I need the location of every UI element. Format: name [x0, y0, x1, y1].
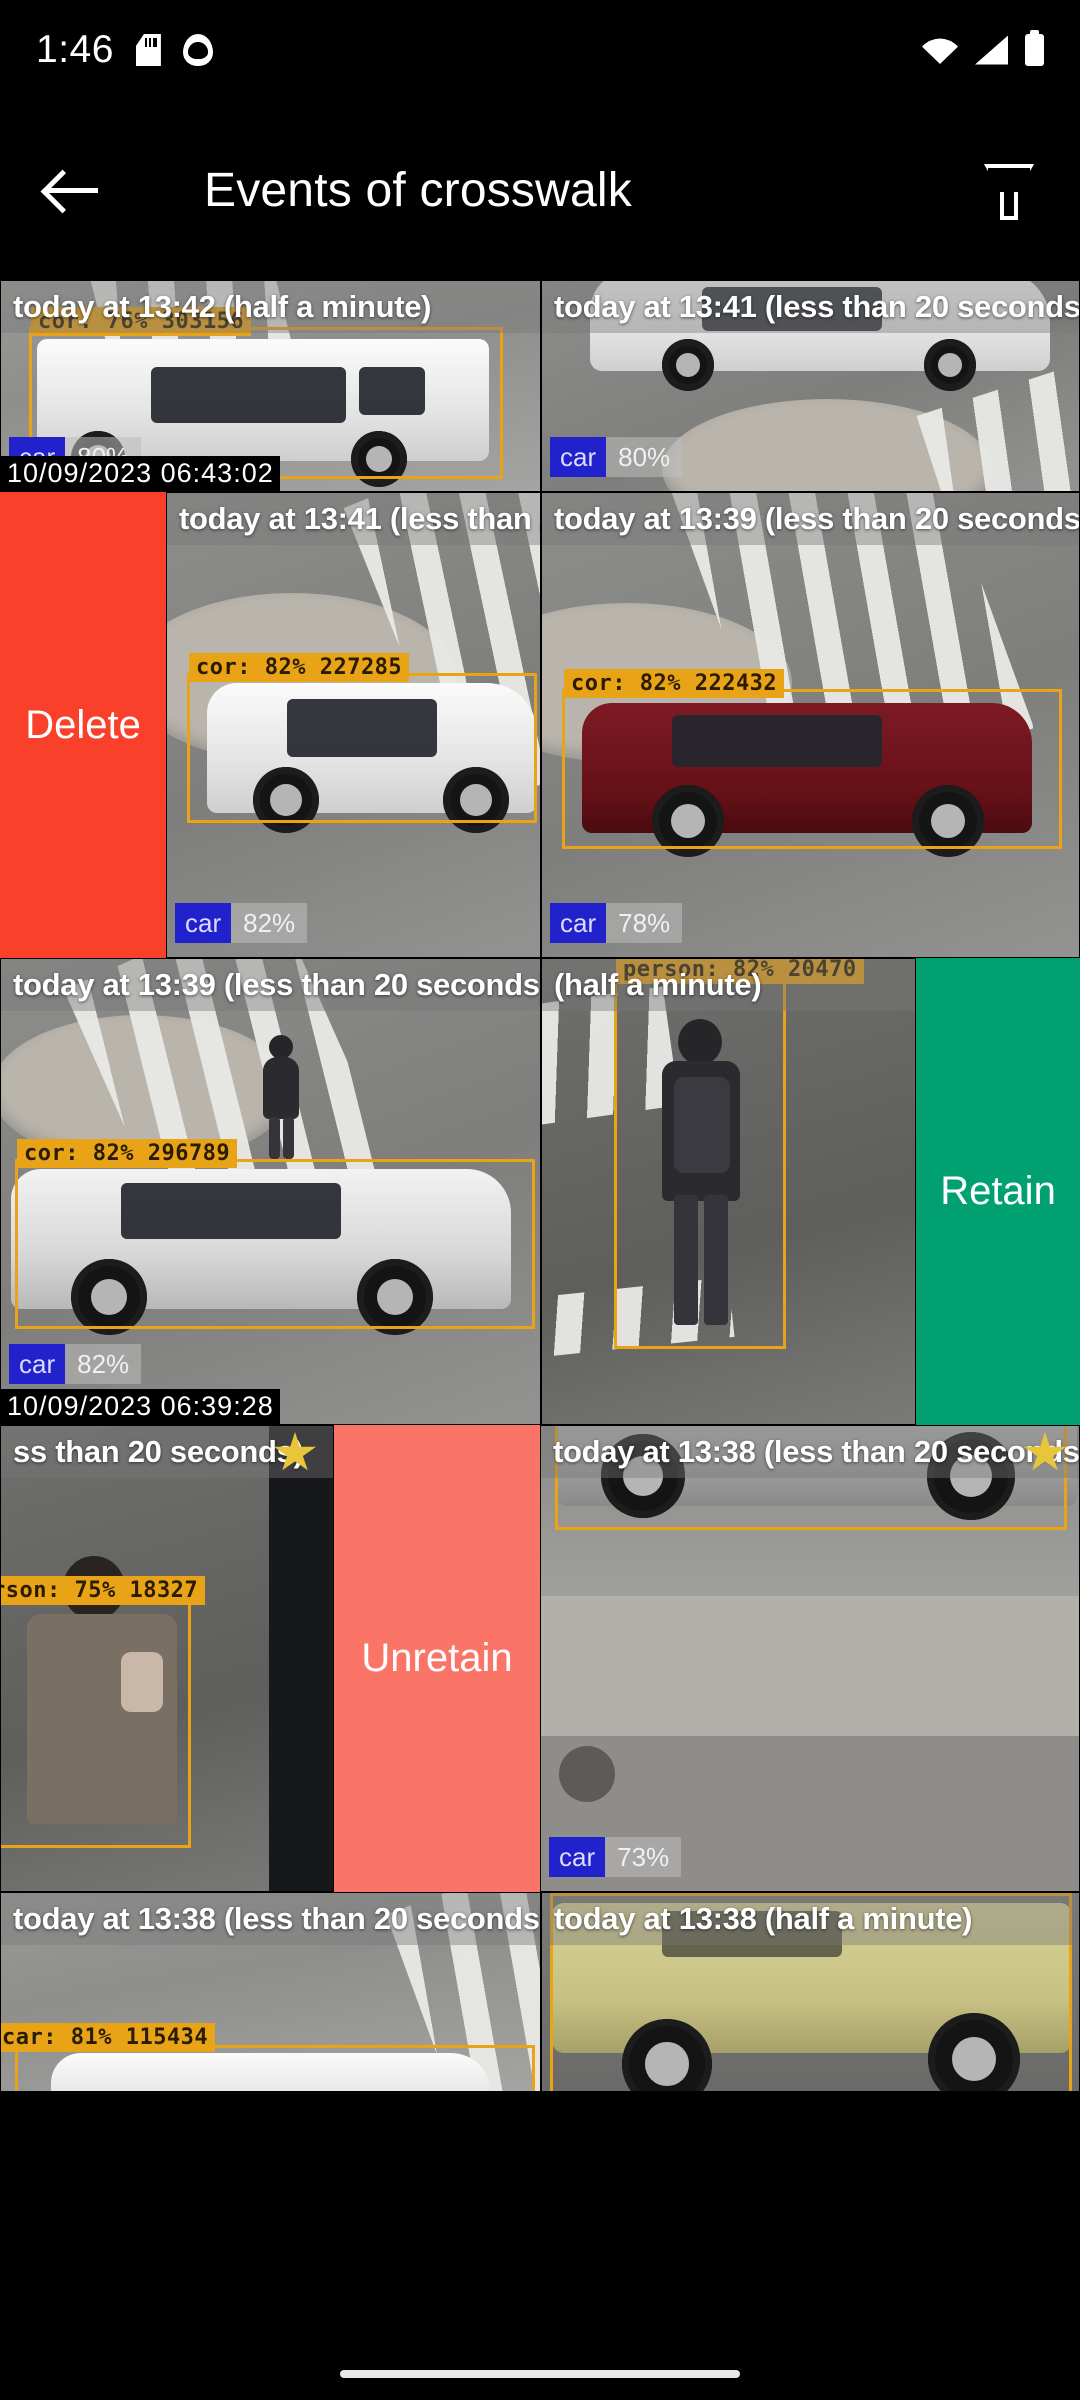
filter-icon	[984, 164, 1026, 220]
event-caption: today at 13:41 (less than 20 seco	[167, 493, 540, 545]
event-caption: today at 13:39 (less than 20 seconds)	[1, 959, 540, 1011]
detection-label: cor: 82% 227285	[189, 653, 410, 682]
detection-box	[562, 689, 1062, 849]
status-bar-right	[922, 30, 1044, 66]
detection-label: car: 81% 115434	[1, 2023, 216, 2052]
detection-label: cor: 82% 296789	[17, 1139, 238, 1168]
delete-action-button[interactable]: Delete	[0, 492, 166, 958]
class-badge-class: car	[9, 1344, 66, 1384]
class-badge-score: 82%	[65, 1344, 142, 1384]
class-badge-class: car	[549, 1837, 606, 1877]
class-badge: car 82%	[9, 1344, 142, 1384]
signal-icon	[975, 35, 1008, 65]
detection-box	[15, 1159, 535, 1329]
sd-card-icon	[136, 34, 161, 66]
class-badge-class: car	[550, 437, 607, 477]
event-tile[interactable]: person: 82% 20470 (half a minute)	[541, 958, 916, 1425]
event-caption: today at 13:38 (half a minute)	[542, 1893, 1079, 1945]
wifi-icon	[922, 38, 958, 64]
detection-box	[187, 673, 537, 823]
class-badge-score: 80%	[606, 437, 683, 477]
status-bar-left: 1:46	[36, 28, 213, 72]
battery-icon	[1025, 30, 1044, 66]
event-caption: today at 13:38 (less than 20 seconds)	[1, 1893, 540, 1945]
unretain-action-button[interactable]: Unretain	[334, 1425, 540, 1892]
event-row-2: Delete cor: 82% 227285 today at 13:41 (l…	[0, 492, 1080, 958]
event-tile[interactable]: cor: 82% 222432 today at 13:39 (less tha…	[541, 492, 1080, 958]
event-tile[interactable]: today at 13:38 (half a minute)	[541, 1892, 1080, 2092]
bug-icon	[182, 34, 213, 66]
class-badge: car 78%	[550, 903, 683, 943]
event-row-5: car: 81% 115434 today at 13:38 (less tha…	[0, 1892, 1080, 2092]
event-tile[interactable]: cor: 76% 303156 today at 13:42 (half a m…	[0, 280, 541, 492]
event-row-1: cor: 76% 303156 today at 13:42 (half a m…	[0, 280, 1080, 492]
camera-timestamp: 10/09/2023 06:39:28	[1, 1389, 280, 1424]
home-indicator[interactable]	[340, 2370, 740, 2378]
event-row-4: rson: 75% 18327 ss than 20 seconds) Unre…	[0, 1425, 1080, 1892]
status-clock: 1:46	[36, 28, 114, 71]
class-badge-score: 73%	[605, 1837, 682, 1877]
event-caption: today at 13:41 (less than 20 seconds)	[542, 281, 1079, 333]
event-caption: today at 13:38 (less than 20 seconds)	[541, 1426, 1079, 1478]
status-bar: 1:46	[0, 0, 1080, 100]
event-caption: today at 13:42 (half a minute)	[1, 281, 540, 333]
event-row-3: cor: 82% 296789 today at 13:39 (less tha…	[0, 958, 1080, 1425]
class-badge-class: car	[175, 903, 232, 943]
event-caption: (half a minute)	[542, 959, 915, 1011]
event-tile[interactable]: today at 13:41 (less than 20 seconds) ca…	[541, 280, 1080, 492]
app-bar: Events of crosswalk	[0, 100, 1080, 280]
event-caption: today at 13:39 (less than 20 seconds)	[542, 493, 1079, 545]
detection-label: rson: 75% 18327	[1, 1576, 206, 1605]
class-badge: car 82%	[175, 903, 308, 943]
back-arrow-icon	[46, 169, 98, 211]
class-badge-score: 78%	[606, 903, 683, 943]
detection-box	[1, 1598, 191, 1848]
class-badge-class: car	[550, 903, 607, 943]
camera-timestamp: 10/09/2023 06:43:02	[1, 456, 280, 491]
detection-box	[15, 2045, 535, 2091]
event-tile[interactable]: rson: 75% 18327 ss than 20 seconds)	[0, 1425, 334, 1892]
page-title: Events of crosswalk	[204, 163, 632, 217]
event-grid[interactable]: cor: 76% 303156 today at 13:42 (half a m…	[0, 280, 1080, 2350]
event-tile[interactable]: today at 13:38 (less than 20 seconds) ca…	[540, 1425, 1080, 1892]
class-badge-score: 82%	[231, 903, 308, 943]
class-badge: car 73%	[549, 1837, 682, 1877]
class-badge: car 80%	[550, 437, 683, 477]
event-tile[interactable]: car: 81% 115434 today at 13:38 (less tha…	[0, 1892, 541, 2092]
system-nav-bar	[0, 2348, 1080, 2400]
event-tile[interactable]: cor: 82% 296789 today at 13:39 (less tha…	[0, 958, 541, 1425]
back-button[interactable]	[12, 130, 132, 250]
detection-label: cor: 82% 222432	[564, 669, 785, 698]
retain-action-button[interactable]: Retain	[916, 958, 1080, 1425]
event-tile[interactable]: cor: 82% 227285 today at 13:41 (less tha…	[166, 492, 541, 958]
detection-box	[614, 979, 786, 1349]
filter-button[interactable]	[950, 135, 1060, 245]
